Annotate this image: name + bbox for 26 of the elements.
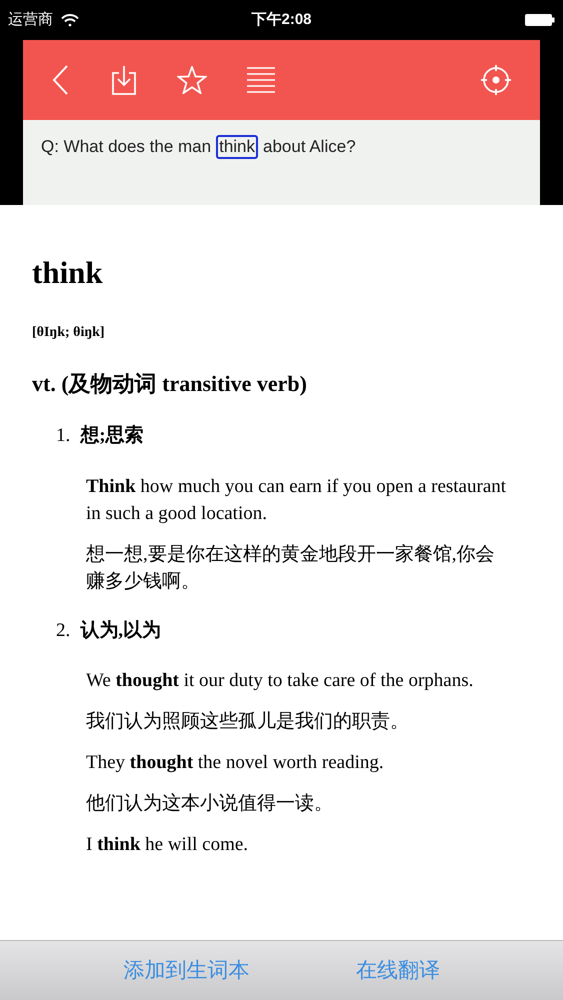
- highlighted-word[interactable]: think: [216, 134, 258, 159]
- wifi-icon: [61, 14, 79, 26]
- example-sentence: 我们认为照顾这些孤儿是我们的职责。: [86, 710, 410, 734]
- example-sentence: I think he will come.: [86, 833, 250, 857]
- example-sentence: 想一想,要是你在这样的黄金地段开一家餐馆,你会赚多少钱啊。: [86, 542, 496, 594]
- star-icon[interactable]: [177, 66, 207, 94]
- sense-number: 1.: [56, 424, 70, 448]
- status-time: 下午2:08: [251, 10, 312, 30]
- example-sentence: We thought it our duty to take care of the orphans.: [86, 669, 474, 693]
- download-icon[interactable]: [111, 65, 137, 95]
- action-button[interactable]: 添加到生词本: [123, 954, 250, 986]
- example-sentence: They thought the novel worth reading.: [86, 751, 385, 775]
- headword: think: [32, 257, 103, 288]
- part-of-speech: vt. (及物动词 transitive verb): [32, 370, 307, 398]
- action-button[interactable]: 在线翻译: [356, 954, 440, 986]
- sense-meaning: 想;思索: [80, 424, 144, 448]
- sense-meaning: 认为,以为: [80, 618, 161, 642]
- example-sentence: 他们认为这本小说值得一读。: [86, 792, 334, 816]
- sense-number: 2.: [56, 618, 70, 642]
- battery-icon: [525, 14, 555, 26]
- example-sentence: Think how much you can earn if you open a restaurant in such a good location.: [86, 474, 508, 526]
- target-icon[interactable]: [480, 64, 512, 96]
- phonetic: [θIŋk; θiŋk]: [32, 324, 105, 342]
- question-text: Q: What does the man think about Alice?: [41, 134, 522, 160]
- menu-icon[interactable]: [247, 67, 275, 93]
- carrier-name: 运营商: [8, 10, 53, 30]
